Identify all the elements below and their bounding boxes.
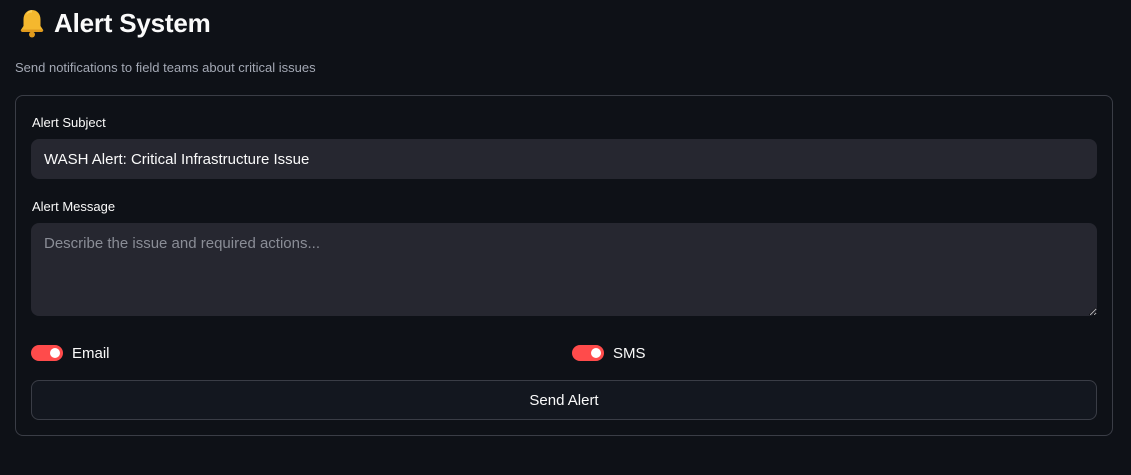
alert-system-page: Alert System Send notifications to field… <box>0 0 1131 475</box>
email-toggle[interactable] <box>31 345 63 361</box>
toggle-knob <box>591 348 601 358</box>
subject-label: Alert Subject <box>32 115 106 130</box>
email-toggle-control[interactable]: Email <box>31 344 110 362</box>
subject-input[interactable] <box>31 139 1097 179</box>
alert-form: Alert Subject Alert Message Email SMS Se… <box>15 95 1113 436</box>
send-alert-button[interactable]: Send Alert <box>31 380 1097 420</box>
page-header: Alert System <box>18 6 211 40</box>
message-label: Alert Message <box>32 199 116 214</box>
sms-toggle[interactable] <box>572 345 604 361</box>
sms-toggle-label: SMS <box>613 344 646 362</box>
toggle-knob <box>50 348 60 358</box>
page-title: Alert System <box>54 7 211 38</box>
message-textarea[interactable] <box>31 223 1097 316</box>
page-subtitle: Send notifications to field teams about … <box>15 60 316 75</box>
bell-icon <box>20 10 44 38</box>
sms-toggle-control[interactable]: SMS <box>572 344 646 362</box>
email-toggle-label: Email <box>72 344 110 362</box>
